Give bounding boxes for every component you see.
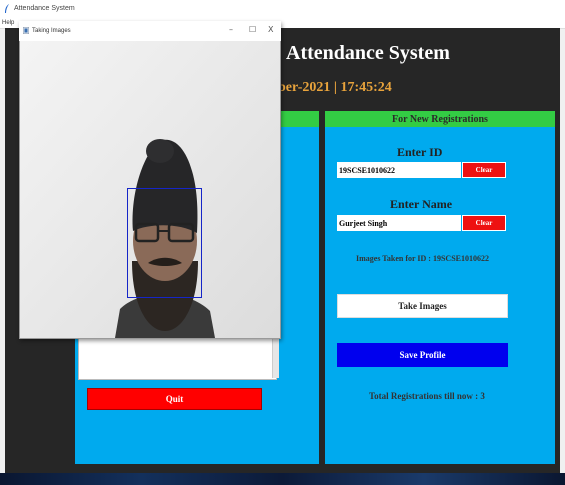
total-registrations-text: Total Registrations till now : 3 — [369, 391, 485, 401]
app-title: Attendance System — [286, 42, 450, 64]
clear-id-button[interactable]: Clear — [462, 162, 506, 178]
take-images-button[interactable]: Take Images — [337, 294, 508, 318]
app-icon — [23, 27, 29, 34]
listbox-scrollbar[interactable] — [272, 338, 279, 378]
maximize-icon[interactable]: ☐ — [249, 25, 256, 34]
name-input[interactable] — [337, 215, 461, 231]
enter-id-label: Enter ID — [397, 145, 443, 159]
registration-header: For New Registrations — [325, 111, 555, 127]
save-profile-button[interactable]: Save Profile — [337, 343, 508, 367]
enter-name-label: Enter Name — [390, 197, 453, 211]
date-time-display: ber-2021 | 17:45:24 — [278, 80, 392, 95]
close-icon[interactable]: X — [268, 25, 273, 34]
window-title: Attendance System — [14, 5, 75, 12]
desktop-background-strip — [0, 473, 565, 485]
menu-help[interactable]: Help — [2, 20, 14, 26]
id-input[interactable] — [337, 162, 461, 178]
quit-button[interactable]: Quit — [87, 388, 262, 410]
feather-icon — [5, 4, 9, 13]
popup-titlebar[interactable]: Taking Images – ☐ X — [19, 21, 281, 41]
images-taken-message: Images Taken for ID : 19SCSE1010622 — [356, 254, 489, 263]
face-detection-box — [127, 188, 202, 298]
attendance-listbox[interactable] — [78, 338, 277, 380]
popup-title: Taking Images — [32, 28, 71, 34]
clear-name-button[interactable]: Clear — [462, 215, 506, 231]
window-titlebar: Attendance System — [0, 0, 565, 19]
minimize-icon[interactable]: – — [229, 25, 233, 34]
